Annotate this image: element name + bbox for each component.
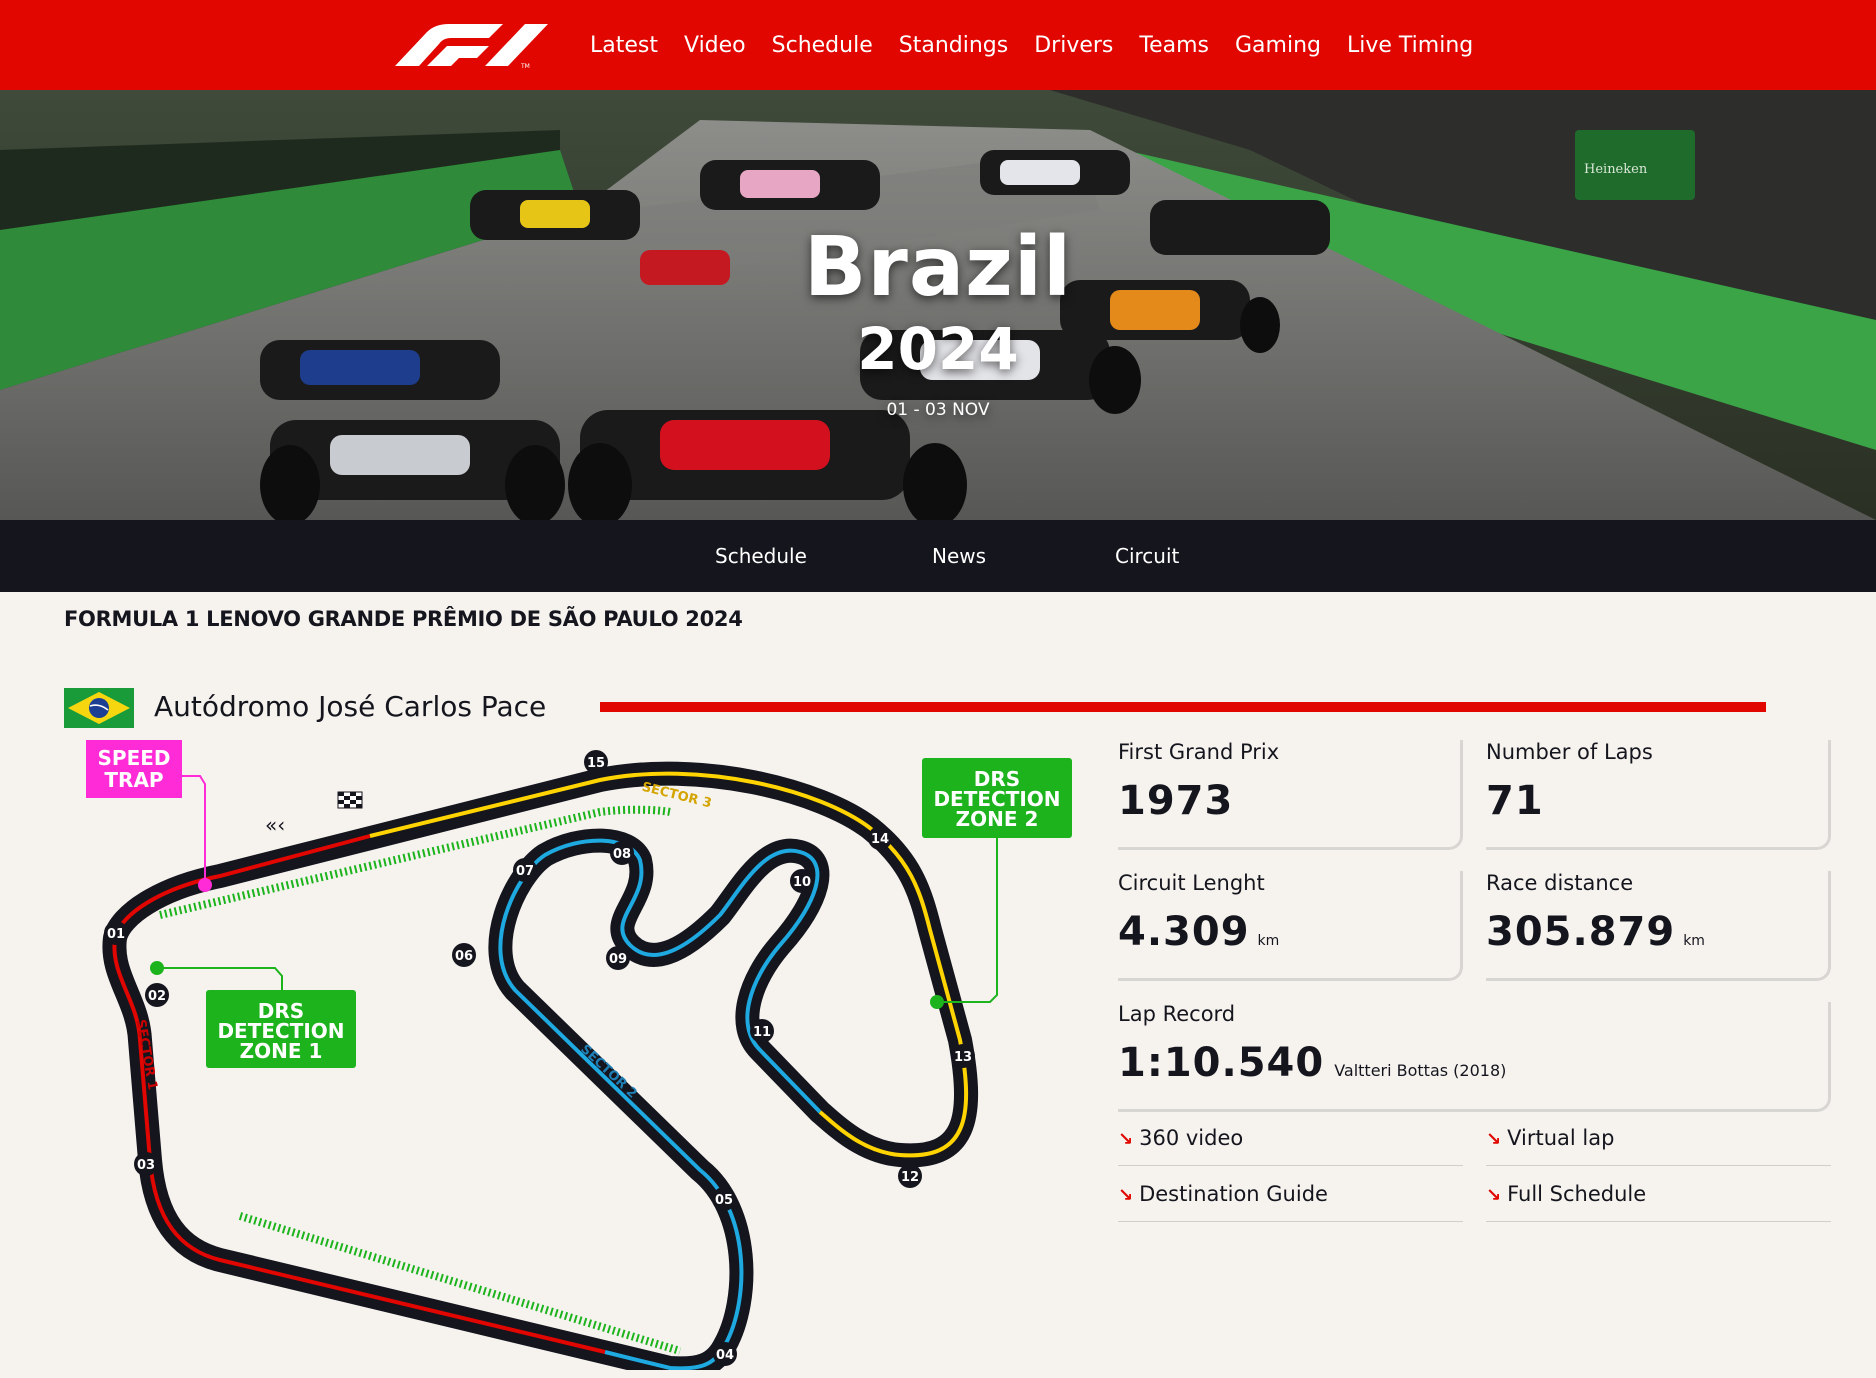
hero-banner: Heineken Brazil 2024 01 - 03 NOV [0,90,1876,520]
stat-value: 305.879 km [1486,909,1705,955]
arrow-down-right-icon: ↘ [1486,1185,1502,1206]
top-navigation: TM Latest Video Schedule Standings Drive… [0,0,1876,90]
turn-13: 13 [954,1050,972,1065]
stat-value: 1973 [1118,778,1234,824]
lap-record-holder: Valtteri Bottas (2018) [1334,1061,1507,1080]
link-virtual-lap[interactable]: ↘ Virtual lap [1486,1126,1831,1166]
stat-unit: km [1683,933,1705,949]
stat-label: Lap Record [1118,1002,1236,1026]
drs-zone-2-label-3: ZONE 2 [956,807,1039,831]
drs-zone-1-label-3: ZONE 1 [240,1039,323,1063]
section-divider [600,702,1766,712]
stat-value: 4.309 km [1118,909,1280,955]
nav-drivers[interactable]: Drivers [1034,33,1113,58]
hero-country: Brazil [803,220,1073,315]
stat-circuit-length: Circuit Lenght 4.309 km [1118,871,1463,981]
circuit-map: SECTOR 3 SECTOR 2 SECTOR 1 «‹ SPEED TRAP… [86,740,1072,1370]
stat-label: Circuit Lenght [1118,871,1265,895]
speed-trap-marker [198,878,212,892]
turn-09: 09 [609,952,627,967]
arrow-down-right-icon: ↘ [1486,1129,1502,1150]
tab-news[interactable]: News [932,544,986,568]
hero-year: 2024 [857,315,1019,383]
link-destination-guide[interactable]: ↘ Destination Guide [1118,1182,1463,1222]
arrow-down-right-icon: ↘ [1118,1185,1134,1206]
turn-05: 05 [715,1193,733,1208]
f1-logo[interactable]: TM [385,20,550,70]
stat-label: First Grand Prix [1118,740,1280,764]
nav-live-timing[interactable]: Live Timing [1347,33,1473,58]
stat-number-of-laps: Number of Laps 71 [1486,740,1831,850]
turn-02: 02 [148,989,166,1004]
billboard-text: Heineken [1584,162,1648,177]
stat-label: Number of Laps [1486,740,1653,764]
turn-07: 07 [516,864,534,879]
link-360-video[interactable]: ↘ 360 video [1118,1126,1463,1166]
circuit-name: Autódromo José Carlos Pace [154,690,547,723]
turn-01: 01 [107,927,125,942]
nav-latest[interactable]: Latest [590,33,658,58]
stat-label: Race distance [1486,871,1634,895]
hero-dates: 01 - 03 NOV [886,400,990,420]
stat-race-distance: Race distance 305.879 km [1486,871,1831,981]
turn-10: 10 [793,875,811,890]
speed-trap-label-2: TRAP [104,768,163,792]
turn-03: 03 [137,1158,155,1173]
tab-circuit[interactable]: Circuit [1115,544,1179,568]
stat-unit: km [1257,933,1280,949]
event-subnav: Schedule News Circuit [0,520,1876,592]
turn-14: 14 [871,832,889,847]
svg-text:TM: TM [520,63,530,70]
stat-first-grand-prix: First Grand Prix 1973 [1118,740,1463,850]
nav-gaming[interactable]: Gaming [1235,33,1321,58]
turn-12: 12 [901,1170,919,1185]
speed-trap-label-1: SPEED [98,746,171,770]
direction-chevrons-icon: «‹ [265,813,285,837]
link-full-schedule[interactable]: ↘ Full Schedule [1486,1182,1831,1222]
nav-standings[interactable]: Standings [899,33,1008,58]
brazil-flag-icon [64,688,134,728]
nav-video[interactable]: Video [684,33,746,58]
turn-08: 08 [613,847,631,862]
stat-value: 1:10.540 Valtteri Bottas (2018) [1118,1040,1507,1086]
turn-04: 04 [716,1348,734,1363]
nav-schedule[interactable]: Schedule [772,33,873,58]
main-menu: Latest Video Schedule Standings Drivers … [590,0,1473,90]
event-title: FORMULA 1 LENOVO GRANDE PRÊMIO DE SÃO PA… [64,607,743,631]
nav-teams[interactable]: Teams [1139,33,1209,58]
stat-value: 71 [1486,778,1544,824]
arrow-down-right-icon: ↘ [1118,1129,1134,1150]
stat-lap-record: Lap Record 1:10.540 Valtteri Bottas (2018… [1118,1002,1831,1112]
tab-schedule[interactable]: Schedule [715,544,807,568]
turn-15: 15 [587,756,605,771]
start-finish-flag-icon [337,791,363,809]
turn-11: 11 [753,1025,771,1040]
turn-06: 06 [455,949,473,964]
